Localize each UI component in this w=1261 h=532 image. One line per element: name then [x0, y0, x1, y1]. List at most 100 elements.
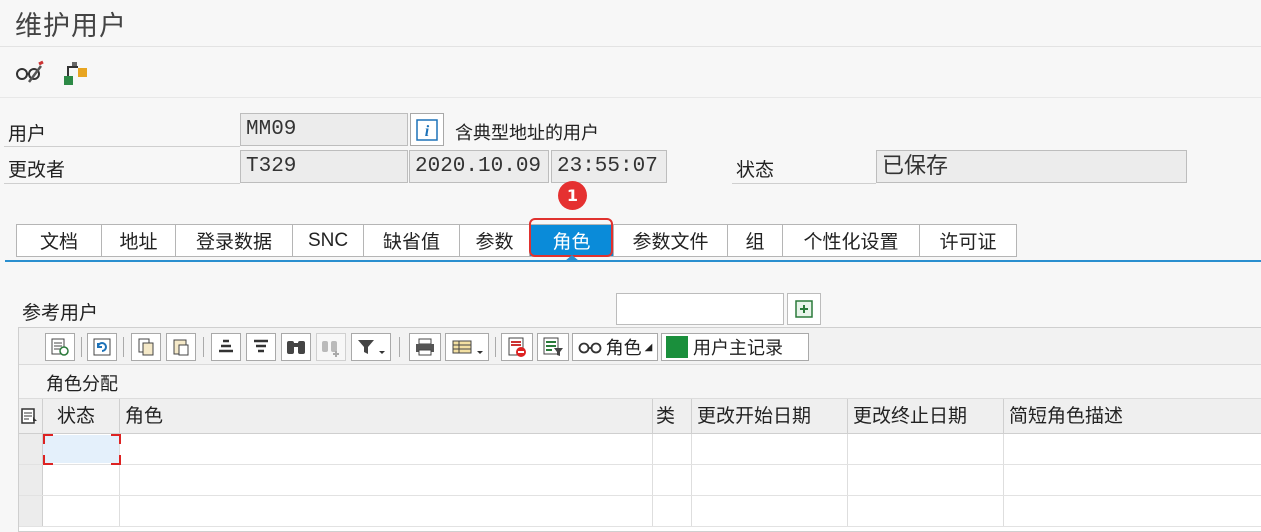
- add-doc-icon: [795, 300, 813, 318]
- cell-type[interactable]: [653, 434, 692, 464]
- ref-user-add-button[interactable]: [787, 293, 821, 325]
- user-description: 含典型地址的用户: [455, 123, 599, 144]
- dropdown-arrow-icon: ◢: [644, 341, 653, 353]
- tab-parameters[interactable]: 参数: [460, 225, 530, 256]
- col-short-description[interactable]: 简短角色描述: [1004, 399, 1261, 433]
- filter-icon[interactable]: [351, 333, 391, 361]
- svg-text:i: i: [425, 123, 430, 140]
- table-row[interactable]: [19, 465, 1261, 496]
- focus-corner: [111, 455, 121, 465]
- status-field: 已保存: [876, 150, 1187, 183]
- tab-profiles[interactable]: 参数文件: [614, 225, 728, 256]
- cell-type[interactable]: [653, 465, 692, 495]
- annotation-badge: 1: [558, 181, 587, 210]
- tab-logon-data[interactable]: 登录数据: [176, 225, 293, 256]
- grid-toolbar: 角色 ◢ 用户主记录: [19, 328, 1261, 365]
- tab-defaults[interactable]: 缺省值: [364, 225, 460, 256]
- glasses-pen-icon[interactable]: [14, 58, 44, 88]
- sort-descending-icon[interactable]: [246, 333, 276, 361]
- ref-user-input[interactable]: [616, 293, 784, 325]
- window-title: 维护用户: [15, 11, 127, 42]
- cell-end-date[interactable]: [848, 496, 1004, 526]
- user-master-label: 用户主记录: [693, 338, 783, 359]
- separator: [399, 337, 400, 357]
- focus-corner: [43, 455, 53, 465]
- paste-icon[interactable]: [166, 333, 196, 361]
- row-selector[interactable]: [19, 465, 43, 495]
- cell-role[interactable]: [120, 434, 653, 464]
- cell-end-date[interactable]: [848, 434, 1004, 464]
- roles-menu-label: 角色: [605, 338, 642, 359]
- cell-short-description[interactable]: [1004, 496, 1261, 526]
- separator: [123, 337, 124, 357]
- user-master-button[interactable]: 用户主记录: [661, 333, 809, 361]
- col-end-date[interactable]: 更改终止日期: [848, 399, 1004, 433]
- cell-status[interactable]: [43, 465, 120, 495]
- col-type[interactable]: 类: [653, 399, 692, 433]
- tab-groups[interactable]: 组: [728, 225, 783, 256]
- table-row[interactable]: [19, 496, 1261, 527]
- cell-status[interactable]: [43, 496, 120, 526]
- focused-cell[interactable]: [43, 435, 119, 463]
- change-date-field: 2020.10.09: [409, 150, 549, 183]
- details-icon[interactable]: [45, 333, 75, 361]
- export-icon[interactable]: [445, 333, 489, 361]
- row-selector[interactable]: [19, 496, 43, 526]
- changed-by-label: 更改者: [8, 159, 66, 181]
- hierarchy-icon[interactable]: [60, 58, 90, 88]
- cell-start-date[interactable]: [692, 496, 848, 526]
- cell-short-description[interactable]: [1004, 465, 1261, 495]
- delete-row-icon[interactable]: [501, 333, 533, 361]
- user-field[interactable]: MM09: [240, 113, 408, 146]
- refresh-icon[interactable]: [87, 333, 117, 361]
- tab-license[interactable]: 许可证: [920, 225, 1016, 256]
- tab-underline: [5, 260, 1261, 262]
- col-status[interactable]: 状态: [43, 399, 120, 433]
- tab-address[interactable]: 地址: [102, 225, 176, 256]
- cell-start-date[interactable]: [692, 434, 848, 464]
- grid-header: 状态 角色 类 更改开始日期 更改终止日期 简短角色描述: [19, 399, 1261, 434]
- role-assignment-grid: 角色 ◢ 用户主记录 角色分配 状态 角色 类 更改开始日期 更改终止日期 简短…: [18, 327, 1261, 532]
- print-icon[interactable]: [409, 333, 441, 361]
- focus-corner: [43, 434, 53, 444]
- row-divider: [4, 183, 240, 184]
- row-divider: [732, 183, 876, 184]
- toolbar-divider: [0, 97, 1261, 98]
- row-selector[interactable]: [19, 434, 43, 464]
- tab-strip: 文档 地址 登录数据 SNC 缺省值 参数 角色 参数文件 组 个性化设置 许可…: [16, 224, 1017, 257]
- cell-end-date[interactable]: [848, 465, 1004, 495]
- layout-filter-icon[interactable]: [537, 333, 569, 361]
- select-all-icon[interactable]: [19, 399, 43, 433]
- cell-short-description[interactable]: [1004, 434, 1261, 464]
- tab-caret: [565, 255, 579, 261]
- info-button[interactable]: i: [410, 113, 444, 146]
- row-divider: [4, 146, 240, 147]
- cell-role[interactable]: [120, 496, 653, 526]
- find-next-icon[interactable]: [316, 333, 346, 361]
- grid-title: 角色分配: [46, 374, 118, 395]
- green-square-icon: [666, 336, 688, 358]
- cell-start-date[interactable]: [692, 465, 848, 495]
- copy-icon[interactable]: [131, 333, 161, 361]
- user-label: 用户: [8, 123, 47, 145]
- glasses-icon: [578, 342, 602, 354]
- table-row[interactable]: [19, 434, 1261, 465]
- tab-personalization[interactable]: 个性化设置: [783, 225, 920, 256]
- sort-ascending-icon[interactable]: [211, 333, 241, 361]
- separator: [495, 337, 496, 357]
- tab-snc[interactable]: SNC: [293, 225, 364, 256]
- grid-title-bar: 角色分配: [19, 365, 1261, 399]
- separator: [81, 337, 82, 357]
- tab-highlight-box: [529, 218, 613, 257]
- title-divider: [0, 46, 1261, 47]
- find-icon[interactable]: [281, 333, 311, 361]
- change-time-field: 23:55:07: [551, 150, 667, 183]
- tab-documents[interactable]: 文档: [17, 225, 102, 256]
- info-icon: i: [416, 118, 438, 141]
- col-start-date[interactable]: 更改开始日期: [692, 399, 848, 433]
- cell-type[interactable]: [653, 496, 692, 526]
- cell-role[interactable]: [120, 465, 653, 495]
- roles-menu-button[interactable]: 角色 ◢: [572, 333, 658, 361]
- col-role[interactable]: 角色: [120, 399, 653, 433]
- ref-user-label: 参考用户: [22, 302, 99, 324]
